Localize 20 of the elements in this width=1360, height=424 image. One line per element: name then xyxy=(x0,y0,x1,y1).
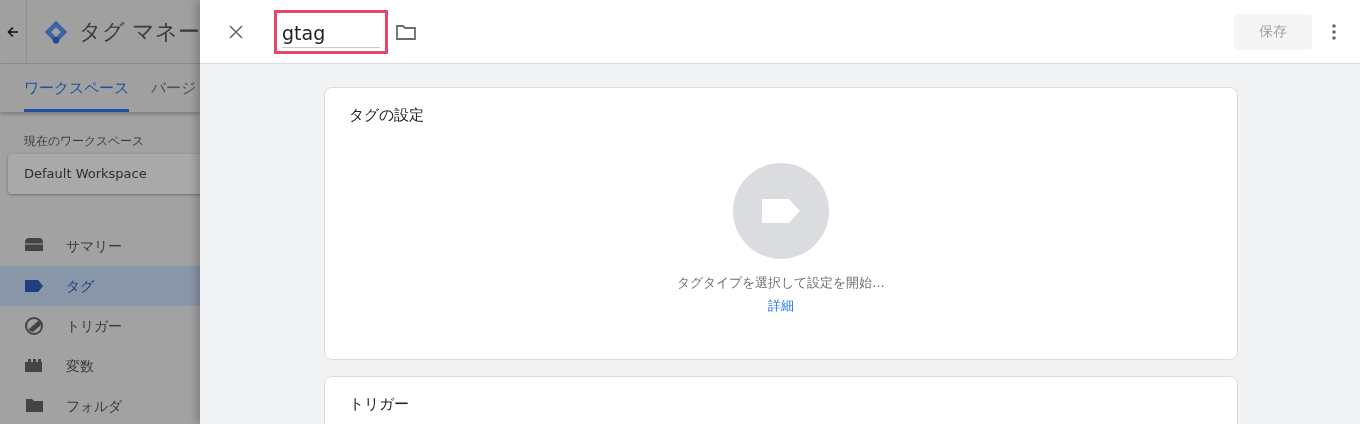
nav-item[interactable]: サマリー xyxy=(0,226,200,266)
workspace-label: 現在のワークスペース xyxy=(24,133,145,150)
nav-item[interactable]: トリガー xyxy=(0,306,200,346)
app-title: タグ マネー xyxy=(79,18,200,46)
more-icon xyxy=(1332,23,1336,40)
folder-icon xyxy=(396,23,416,40)
trigger-icon xyxy=(24,316,44,336)
back-arrow-icon[interactable] xyxy=(7,25,19,38)
workspace-selector[interactable]: Default Workspace xyxy=(8,154,200,194)
section-title: トリガー xyxy=(349,394,410,415)
nav-item[interactable]: 変数 xyxy=(0,346,200,386)
nav-item[interactable]: タグ xyxy=(0,266,200,306)
section-title: タグの設定 xyxy=(349,105,425,126)
tag-name-field[interactable]: gtag xyxy=(274,9,388,54)
details-link[interactable]: 詳細 xyxy=(768,296,794,316)
tab[interactable]: バージ xyxy=(151,64,196,112)
nav-item[interactable]: フォルダ xyxy=(0,386,200,424)
hint-text: タグタイプを選択して設定を開始... xyxy=(677,273,885,292)
tab[interactable]: ワークスペース xyxy=(24,64,129,112)
close-icon xyxy=(228,23,244,40)
